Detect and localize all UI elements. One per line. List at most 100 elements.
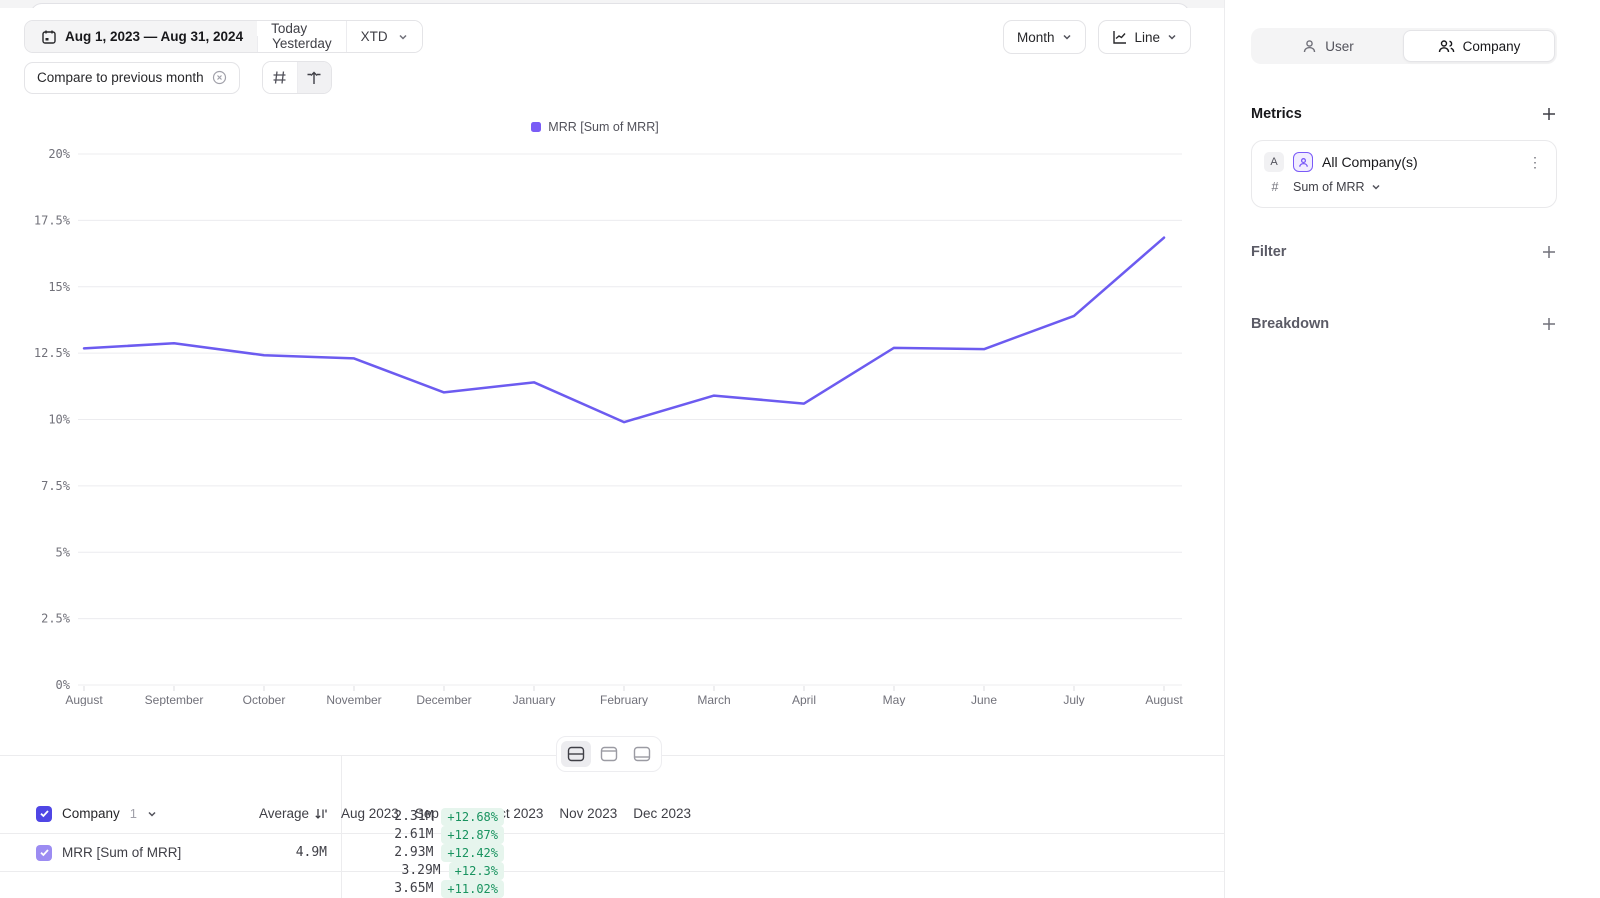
metric-field-dropdown[interactable]: Sum of MRR: [1293, 180, 1381, 194]
metric-name: All Company(s): [1322, 154, 1517, 170]
metric-field-label: Sum of MRR: [1293, 180, 1365, 194]
sort-icon: [314, 807, 327, 820]
filter-title: Filter: [1251, 244, 1286, 260]
granularity-label: Month: [1017, 30, 1055, 45]
add-filter-button[interactable]: [1541, 244, 1557, 260]
x-tick-label: August: [1145, 693, 1183, 706]
user-icon: [1302, 39, 1317, 54]
mrr-line-series[interactable]: [84, 238, 1164, 423]
mrr-value: 2.61M: [394, 827, 433, 842]
main-panel: Aug 1, 2023 — Aug 31, 2024 TodayYesterda…: [0, 0, 1224, 898]
table-row[interactable]: MRR [Sum of MRR] 4.9M 2.31M+12.68%2.61M+…: [0, 834, 1224, 872]
split-view-icon: [567, 746, 585, 762]
remove-compare-icon[interactable]: [212, 70, 227, 85]
legend-swatch: [531, 122, 541, 132]
compare-chip[interactable]: Compare to previous month: [24, 62, 240, 94]
month-value-cell: 3.65M +11.02%: [341, 880, 516, 898]
x-tick-label: January: [513, 693, 556, 706]
preset-xtd-button[interactable]: XTD: [346, 21, 422, 52]
x-tick-label: March: [697, 693, 730, 706]
chart-legend: MRR [Sum of MRR]: [0, 120, 1190, 134]
date-range-label: Aug 1, 2023 — Aug 31, 2024: [65, 29, 243, 44]
change-badge: +11.02%: [441, 880, 504, 898]
preset-yesterday-button[interactable]: Yesterday: [257, 36, 346, 51]
month-value-cell: 2.31M +12.68%: [341, 808, 516, 826]
metric-index-badge: A: [1264, 152, 1284, 172]
x-tick-label: May: [883, 693, 906, 706]
mrr-line-chart[interactable]: 0%2.5%5%7.5%10%12.5%15%17.5%20%AugustSep…: [0, 136, 1190, 706]
preset-7d-button[interactable]: 7D: [257, 51, 303, 53]
mrr-value: 3.29M: [402, 863, 441, 878]
annotations-toggle-button[interactable]: [297, 62, 331, 93]
x-tick-label: July: [1063, 693, 1084, 706]
mrr-value: 2.93M: [394, 845, 433, 860]
report-content: Aug 1, 2023 — Aug 31, 2024 TodayYesterda…: [0, 8, 1224, 898]
breakdown-title: Breakdown: [1251, 316, 1329, 332]
user-toggle-button[interactable]: User: [1253, 30, 1403, 62]
average-header[interactable]: Average: [259, 806, 327, 821]
x-tick-label: September: [145, 693, 204, 706]
legend-label: MRR [Sum of MRR]: [548, 120, 658, 134]
metrics-title: Metrics: [1251, 106, 1302, 122]
change-badge: +12.42%: [441, 844, 504, 862]
line-chart-icon: [1112, 29, 1128, 45]
change-badge: +12.68%: [441, 808, 504, 826]
y-tick-label: 15%: [48, 280, 70, 294]
date-range-button[interactable]: Aug 1, 2023 — Aug 31, 2024: [25, 21, 257, 52]
breakdown-table: Company 1 Average Aug 2023Sep 2023Oct 20…: [0, 756, 1224, 898]
calendar-icon: [41, 29, 57, 45]
date-range-group: Aug 1, 2023 — Aug 31, 2024 TodayYesterda…: [24, 20, 423, 53]
table-only-view-button[interactable]: [627, 741, 657, 767]
y-tick-label: 17.5%: [34, 213, 71, 227]
select-all-checkbox[interactable]: [36, 806, 52, 822]
month-value-cell: 3.29M +12.3%: [341, 862, 516, 880]
x-tick-label: December: [416, 693, 471, 706]
y-tick-label: 7.5%: [41, 479, 71, 493]
add-metric-button[interactable]: [1541, 106, 1557, 122]
entity-count: 1: [130, 806, 137, 821]
y-tick-label: 0%: [56, 678, 71, 692]
average-value: 4.9M: [296, 845, 327, 860]
metric-row-label: MRR [Sum of MRR]: [62, 845, 181, 860]
chart-only-view-icon: [600, 746, 618, 762]
month-value-cell: 2.93M +12.42%: [341, 844, 516, 862]
grid-icon: [272, 70, 287, 85]
mrr-value: 3.65M: [394, 881, 433, 896]
change-badge: +12.3%: [449, 862, 504, 880]
entity-label: Company: [62, 806, 120, 821]
metrics-section-header: Metrics: [1251, 106, 1557, 122]
split-view-button[interactable]: [561, 741, 591, 767]
metric-card[interactable]: A All Company(s) ⋮ # Sum of MRR: [1251, 140, 1557, 208]
company-icon: [1438, 39, 1455, 54]
layout-view-toggle: [556, 736, 662, 772]
mrr-value: 2.31M: [394, 809, 433, 824]
compare-chip-label: Compare to previous month: [37, 70, 204, 85]
row-checkbox[interactable]: [36, 845, 52, 861]
company-toggle-button[interactable]: Company: [1403, 30, 1555, 62]
preset-today-button[interactable]: Today: [257, 21, 321, 36]
change-badge: +12.87%: [441, 826, 504, 844]
chart-type-dropdown[interactable]: Line: [1098, 20, 1192, 54]
date-toolbar: Aug 1, 2023 — Aug 31, 2024 TodayYesterda…: [24, 20, 423, 53]
grid-toggle-button[interactable]: [263, 62, 297, 93]
chevron-down-icon[interactable]: [147, 809, 157, 819]
month-column-header[interactable]: Nov 2023: [559, 806, 633, 821]
chevron-down-icon: [398, 32, 408, 42]
table-header-row: Company 1 Average Aug 2023Sep 2023Oct 20…: [0, 794, 1224, 834]
company-toggle-label: Company: [1463, 39, 1521, 54]
arrow-up-from-line-icon: [306, 70, 322, 86]
x-tick-label: November: [326, 693, 381, 706]
chevron-down-icon: [1062, 32, 1072, 42]
metric-menu-button[interactable]: ⋮: [1526, 153, 1544, 171]
user-toggle-label: User: [1325, 39, 1354, 54]
filter-section-header: Filter: [1251, 244, 1557, 260]
chart-options: Month Line: [1003, 20, 1191, 54]
y-tick-label: 5%: [56, 545, 71, 559]
compare-toolbar: Compare to previous month: [24, 61, 332, 94]
number-field-icon: #: [1266, 180, 1284, 194]
chart-only-view-button[interactable]: [594, 741, 624, 767]
y-tick-label: 20%: [48, 147, 70, 161]
granularity-dropdown[interactable]: Month: [1003, 20, 1086, 54]
month-column-header[interactable]: Dec 2023: [633, 806, 707, 821]
add-breakdown-button[interactable]: [1541, 316, 1557, 332]
